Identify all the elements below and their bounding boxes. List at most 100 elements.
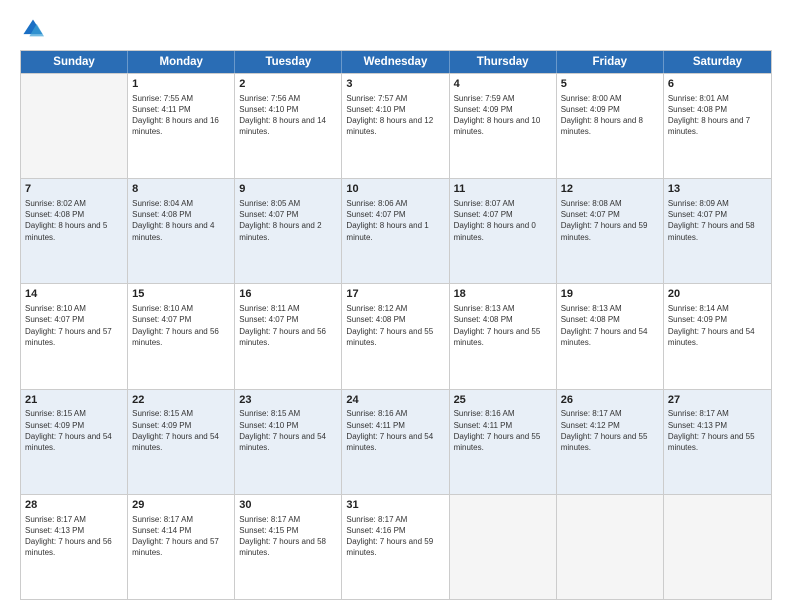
day-number: 17 [346, 287, 444, 302]
calendar-cell: 30Sunrise: 8:17 AMSunset: 4:15 PMDayligh… [235, 495, 342, 599]
calendar-cell: 28Sunrise: 8:17 AMSunset: 4:13 PMDayligh… [21, 495, 128, 599]
header [20, 18, 772, 40]
day-number: 13 [668, 182, 767, 197]
day-number: 5 [561, 77, 659, 92]
day-number: 24 [346, 393, 444, 408]
calendar-cell: 26Sunrise: 8:17 AMSunset: 4:12 PMDayligh… [557, 390, 664, 494]
day-number: 10 [346, 182, 444, 197]
cell-info: Sunrise: 8:15 AMSunset: 4:10 PMDaylight:… [239, 408, 337, 453]
cell-info: Sunrise: 8:16 AMSunset: 4:11 PMDaylight:… [454, 408, 552, 453]
header-day-tuesday: Tuesday [235, 51, 342, 73]
calendar: SundayMondayTuesdayWednesdayThursdayFrid… [20, 50, 772, 600]
calendar-cell: 13Sunrise: 8:09 AMSunset: 4:07 PMDayligh… [664, 179, 771, 283]
cell-info: Sunrise: 8:15 AMSunset: 4:09 PMDaylight:… [25, 408, 123, 453]
calendar-cell: 20Sunrise: 8:14 AMSunset: 4:09 PMDayligh… [664, 284, 771, 388]
header-day-wednesday: Wednesday [342, 51, 449, 73]
day-number: 20 [668, 287, 767, 302]
calendar-cell [557, 495, 664, 599]
calendar-cell: 23Sunrise: 8:15 AMSunset: 4:10 PMDayligh… [235, 390, 342, 494]
header-day-sunday: Sunday [21, 51, 128, 73]
cell-info: Sunrise: 8:08 AMSunset: 4:07 PMDaylight:… [561, 198, 659, 243]
header-day-monday: Monday [128, 51, 235, 73]
calendar-cell: 10Sunrise: 8:06 AMSunset: 4:07 PMDayligh… [342, 179, 449, 283]
calendar-cell: 27Sunrise: 8:17 AMSunset: 4:13 PMDayligh… [664, 390, 771, 494]
cell-info: Sunrise: 8:00 AMSunset: 4:09 PMDaylight:… [561, 93, 659, 138]
calendar-cell [450, 495, 557, 599]
calendar-cell: 22Sunrise: 8:15 AMSunset: 4:09 PMDayligh… [128, 390, 235, 494]
cell-info: Sunrise: 8:10 AMSunset: 4:07 PMDaylight:… [132, 303, 230, 348]
calendar-cell: 24Sunrise: 8:16 AMSunset: 4:11 PMDayligh… [342, 390, 449, 494]
calendar-row-1: 1Sunrise: 7:55 AMSunset: 4:11 PMDaylight… [21, 73, 771, 178]
cell-info: Sunrise: 8:17 AMSunset: 4:13 PMDaylight:… [25, 514, 123, 559]
day-number: 22 [132, 393, 230, 408]
day-number: 15 [132, 287, 230, 302]
cell-info: Sunrise: 8:17 AMSunset: 4:12 PMDaylight:… [561, 408, 659, 453]
calendar-row-3: 14 Sunrise: 8:10 AMSunset: 4:07 PMDayligh… [21, 283, 771, 388]
day-number: 6 [668, 77, 767, 92]
calendar-row-5: 28Sunrise: 8:17 AMSunset: 4:13 PMDayligh… [21, 494, 771, 599]
day-number: 12 [561, 182, 659, 197]
day-number: 21 [25, 393, 123, 408]
cell-info: Sunrise: 7:57 AMSunset: 4:10 PMDaylight:… [346, 93, 444, 138]
calendar-cell: 6Sunrise: 8:01 AMSunset: 4:08 PMDaylight… [664, 74, 771, 178]
calendar-cell: 29Sunrise: 8:17 AMSunset: 4:14 PMDayligh… [128, 495, 235, 599]
day-number: 25 [454, 393, 552, 408]
cell-info: Sunrise: 8:13 AMSunset: 4:08 PMDaylight:… [454, 303, 552, 348]
calendar-cell: 25Sunrise: 8:16 AMSunset: 4:11 PMDayligh… [450, 390, 557, 494]
calendar-header: SundayMondayTuesdayWednesdayThursdayFrid… [21, 51, 771, 73]
day-number: 7 [25, 182, 123, 197]
calendar-cell: 11Sunrise: 8:07 AMSunset: 4:07 PMDayligh… [450, 179, 557, 283]
calendar-cell: 16Sunrise: 8:11 AMSunset: 4:07 PMDayligh… [235, 284, 342, 388]
calendar-row-4: 21Sunrise: 8:15 AMSunset: 4:09 PMDayligh… [21, 389, 771, 494]
cell-info: Sunrise: 8:13 AMSunset: 4:08 PMDaylight:… [561, 303, 659, 348]
day-number: 28 [25, 498, 123, 513]
calendar-cell: 3Sunrise: 7:57 AMSunset: 4:10 PMDaylight… [342, 74, 449, 178]
day-number: 19 [561, 287, 659, 302]
day-number: 2 [239, 77, 337, 92]
day-number: 9 [239, 182, 337, 197]
calendar-row-2: 7Sunrise: 8:02 AMSunset: 4:08 PMDaylight… [21, 178, 771, 283]
calendar-cell: 5Sunrise: 8:00 AMSunset: 4:09 PMDaylight… [557, 74, 664, 178]
day-number: 14 [25, 287, 123, 302]
day-number: 30 [239, 498, 337, 513]
cell-info: Sunrise: 8:06 AMSunset: 4:07 PMDaylight:… [346, 198, 444, 243]
cell-info: Sunrise: 8:14 AMSunset: 4:09 PMDaylight:… [668, 303, 767, 348]
header-day-saturday: Saturday [664, 51, 771, 73]
calendar-cell: 8Sunrise: 8:04 AMSunset: 4:08 PMDaylight… [128, 179, 235, 283]
day-number: 26 [561, 393, 659, 408]
cell-info: Sunrise: 8:05 AMSunset: 4:07 PMDaylight:… [239, 198, 337, 243]
cell-info: Sunrise: 8:07 AMSunset: 4:07 PMDaylight:… [454, 198, 552, 243]
day-number: 1 [132, 77, 230, 92]
header-day-thursday: Thursday [450, 51, 557, 73]
day-number: 27 [668, 393, 767, 408]
cell-info: Sunrise: 8:17 AMSunset: 4:14 PMDaylight:… [132, 514, 230, 559]
calendar-cell: 17Sunrise: 8:12 AMSunset: 4:08 PMDayligh… [342, 284, 449, 388]
calendar-cell: 9Sunrise: 8:05 AMSunset: 4:07 PMDaylight… [235, 179, 342, 283]
cell-info: Sunrise: 8:01 AMSunset: 4:08 PMDaylight:… [668, 93, 767, 138]
logo [20, 18, 44, 40]
day-number: 23 [239, 393, 337, 408]
calendar-cell: 15Sunrise: 8:10 AMSunset: 4:07 PMDayligh… [128, 284, 235, 388]
calendar-cell [664, 495, 771, 599]
header-day-friday: Friday [557, 51, 664, 73]
cell-info: Sunrise: 8:17 AMSunset: 4:15 PMDaylight:… [239, 514, 337, 559]
cell-info: Sunrise: 8:12 AMSunset: 4:08 PMDaylight:… [346, 303, 444, 348]
calendar-cell: 14Sunrise: 8:10 AMSunset: 4:07 PMDayligh… [21, 284, 128, 388]
day-number: 29 [132, 498, 230, 513]
cell-info: Sunrise: 8:17 AMSunset: 4:13 PMDaylight:… [668, 408, 767, 453]
calendar-cell: 1Sunrise: 7:55 AMSunset: 4:11 PMDaylight… [128, 74, 235, 178]
cell-info: Sunrise: 8:02 AMSunset: 4:08 PMDaylight:… [25, 198, 123, 243]
day-number: 31 [346, 498, 444, 513]
calendar-cell: 12Sunrise: 8:08 AMSunset: 4:07 PMDayligh… [557, 179, 664, 283]
cell-info: Sunrise: 8:04 AMSunset: 4:08 PMDaylight:… [132, 198, 230, 243]
cell-info: Sunrise: 7:55 AMSunset: 4:11 PMDaylight:… [132, 93, 230, 138]
calendar-body: 1Sunrise: 7:55 AMSunset: 4:11 PMDaylight… [21, 73, 771, 599]
cell-info: Sunrise: 7:56 AMSunset: 4:10 PMDaylight:… [239, 93, 337, 138]
calendar-cell: 31Sunrise: 8:17 AMSunset: 4:16 PMDayligh… [342, 495, 449, 599]
cell-info: Sunrise: 8:17 AMSunset: 4:16 PMDaylight:… [346, 514, 444, 559]
calendar-cell: 7Sunrise: 8:02 AMSunset: 4:08 PMDaylight… [21, 179, 128, 283]
calendar-cell: 2Sunrise: 7:56 AMSunset: 4:10 PMDaylight… [235, 74, 342, 178]
day-number: 4 [454, 77, 552, 92]
calendar-cell: 18Sunrise: 8:13 AMSunset: 4:08 PMDayligh… [450, 284, 557, 388]
day-number: 11 [454, 182, 552, 197]
